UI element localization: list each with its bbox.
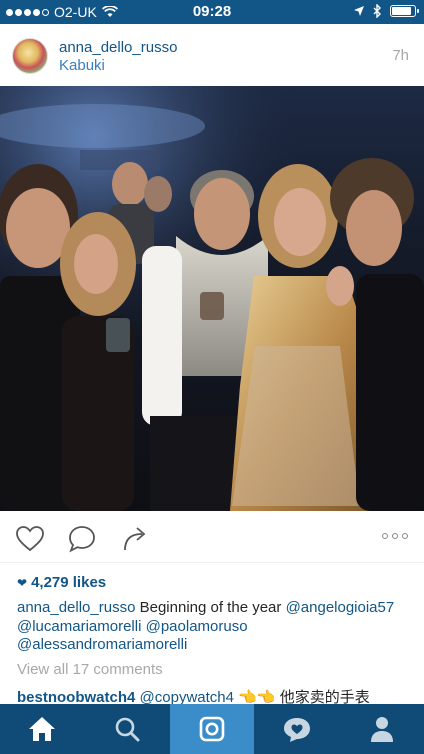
camera-icon [199,716,225,742]
home-icon [29,717,56,741]
post-location[interactable]: Kabuki [59,57,105,74]
post-photo[interactable] [0,86,424,511]
status-bar: O2-UK 09:28 [0,0,424,24]
profile-icon [370,717,393,742]
share-arrow-icon[interactable] [120,523,152,555]
post-username[interactable]: anna_dello_russo [59,39,177,56]
more-options-icon[interactable] [382,533,408,539]
party-photo-illustration [0,86,424,511]
avatar[interactable] [12,38,48,74]
likes-count[interactable]: ❤ 4,279 likes [17,574,106,591]
caption-username[interactable]: anna_dello_russo [17,599,135,616]
caption-tag[interactable]: @angelogioia57 [286,599,395,616]
status-right [353,4,419,18]
likes-heart-icon: ❤ [17,575,28,590]
caption-tag[interactable]: @paolamoruso [146,618,248,635]
post-caption: anna_dello_russo Beginning of the year @… [17,599,412,655]
activity-icon [283,718,310,742]
tab-home[interactable] [0,704,85,754]
tab-camera[interactable] [169,704,255,754]
like-heart-icon[interactable] [14,523,46,555]
battery-fill [392,7,411,15]
bottom-tab-bar [0,704,424,754]
post-header: anna_dello_russo Kabuki 7h [0,24,424,86]
bluetooth-icon [373,4,381,18]
caption-tag[interactable]: @alessandromariamorelli [17,636,187,653]
post-time-ago: 7h [392,47,409,64]
caption-tag[interactable]: @lucamariamorelli [17,618,141,635]
tab-activity[interactable] [254,704,339,754]
comment-bubble-icon[interactable] [66,523,98,555]
view-all-comments-link[interactable]: View all 17 comments [17,661,163,678]
post-actions [0,511,424,563]
location-arrow-icon [354,6,364,16]
battery-icon [390,5,419,17]
tab-profile[interactable] [339,704,424,754]
tab-search[interactable] [85,704,170,754]
caption-text: Beginning of the year [139,599,282,616]
likes-text: 4,279 likes [31,574,107,591]
search-icon [115,717,140,742]
